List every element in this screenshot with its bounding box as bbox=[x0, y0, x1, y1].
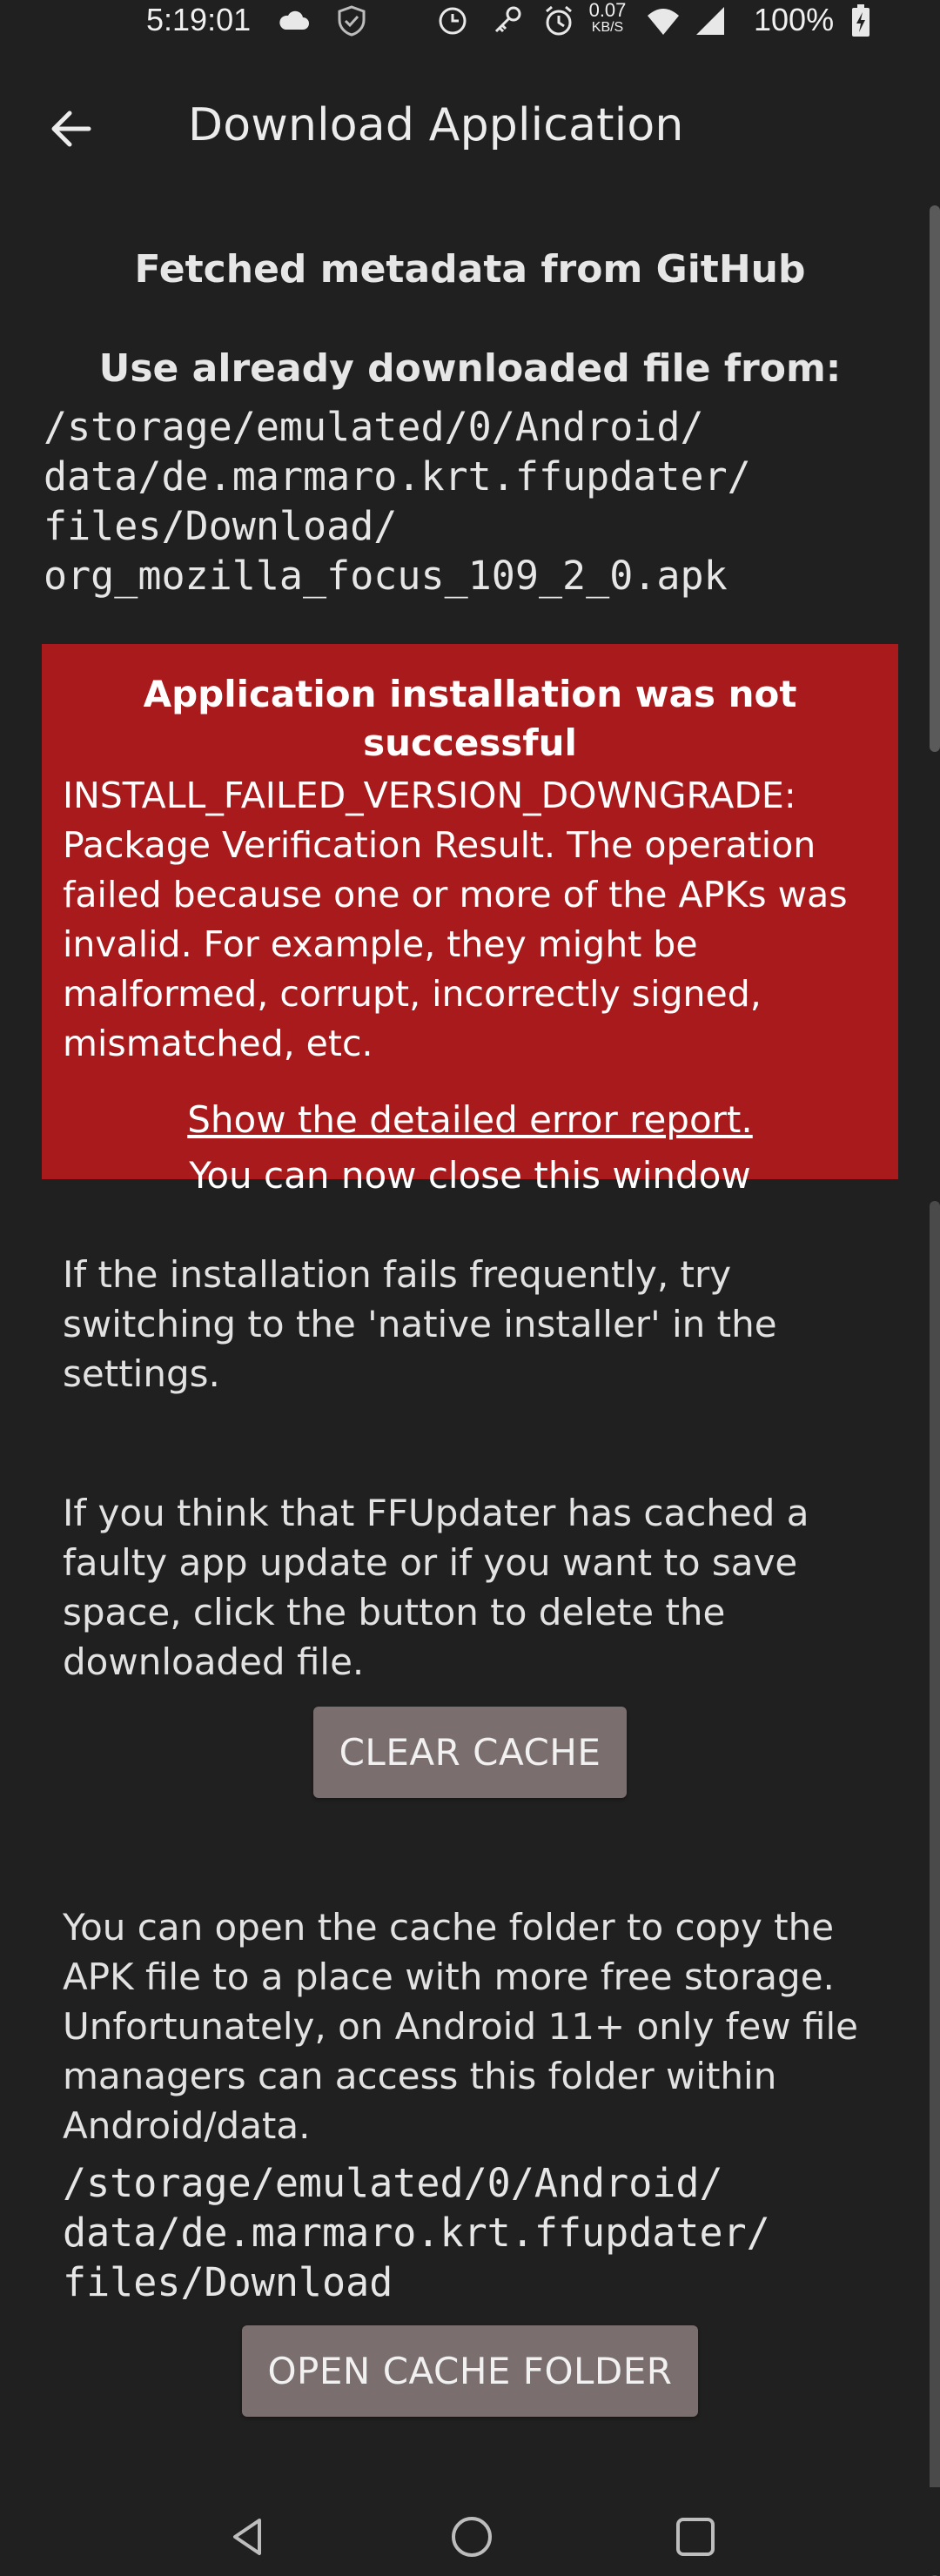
nav-back-icon[interactable] bbox=[225, 2513, 272, 2560]
page-title: Download Application bbox=[188, 99, 684, 151]
file-path-line: files/Download/ bbox=[44, 503, 398, 549]
error-message: INSTALL_FAILED_VERSION_DOWNGRADE: Packag… bbox=[63, 775, 848, 1064]
file-path-line: org_mozilla_focus_109_2_0.apk bbox=[44, 553, 728, 599]
shield-icon bbox=[338, 5, 366, 37]
cache-path-line: files/Download bbox=[63, 2259, 393, 2305]
arrow-back-icon[interactable] bbox=[45, 103, 97, 155]
battery-percent: 100% bbox=[754, 2, 835, 37]
sync-icon bbox=[439, 7, 467, 35]
battery-charging-icon bbox=[852, 4, 870, 37]
network-speed-unit: KB/S bbox=[591, 20, 624, 35]
file-path-line: /storage/emulated/0/Android/ bbox=[44, 404, 704, 450]
clear-cache-button[interactable]: CLEAR CACHE bbox=[313, 1707, 627, 1798]
error-title: Application installation was not success… bbox=[143, 673, 797, 764]
network-speed-value: 0.07 bbox=[588, 0, 627, 21]
navigation-bar bbox=[0, 2487, 940, 2575]
cache-tip: If you think that FFUpdater has cached a… bbox=[63, 1492, 809, 1683]
scrollbar-track bbox=[930, 1201, 940, 2576]
close-window-hint: You can now close this window bbox=[189, 1154, 751, 1197]
use-downloaded-file-heading: Use already downloaded file from: bbox=[98, 346, 842, 391]
nav-recents-icon[interactable] bbox=[672, 2513, 719, 2560]
key-icon bbox=[494, 6, 521, 33]
network-speed: 0.07 KB/S bbox=[585, 0, 630, 37]
wifi-icon bbox=[648, 9, 679, 35]
alarm-icon bbox=[546, 5, 572, 36]
signal-icon bbox=[696, 7, 724, 35]
status-time: 5:19:01 bbox=[146, 2, 252, 37]
show-error-report-link[interactable]: Show the detailed error report. bbox=[63, 1095, 877, 1145]
cache-path-line: data/de.marmaro.krt.ffupdater/ bbox=[63, 2210, 770, 2256]
cloud-icon bbox=[279, 10, 309, 30]
downloaded-file-path: /storage/emulated/0/Android/data/de.marm… bbox=[44, 402, 751, 600]
fetched-metadata-heading: Fetched metadata from GitHub bbox=[134, 247, 806, 292]
cache-path-line: /storage/emulated/0/Android/ bbox=[63, 2160, 723, 2206]
cache-folder-tip: You can open the cache folder to copy th… bbox=[63, 1906, 858, 2147]
nav-home-icon[interactable] bbox=[448, 2513, 495, 2560]
installation-error-box: Application installation was not success… bbox=[42, 644, 898, 1197]
native-installer-tip: If the installation fails frequently, tr… bbox=[63, 1253, 777, 1395]
status-bar: 5:19:01 0.07 KB/S 100% bbox=[0, 0, 940, 42]
cache-folder-path: /storage/emulated/0/Android/data/de.marm… bbox=[63, 2158, 770, 2307]
file-path-line: data/de.marmaro.krt.ffupdater/ bbox=[44, 453, 751, 500]
app-bar: Download Application bbox=[0, 77, 940, 181]
open-cache-folder-button[interactable]: OPEN CACHE FOLDER bbox=[242, 2325, 698, 2417]
